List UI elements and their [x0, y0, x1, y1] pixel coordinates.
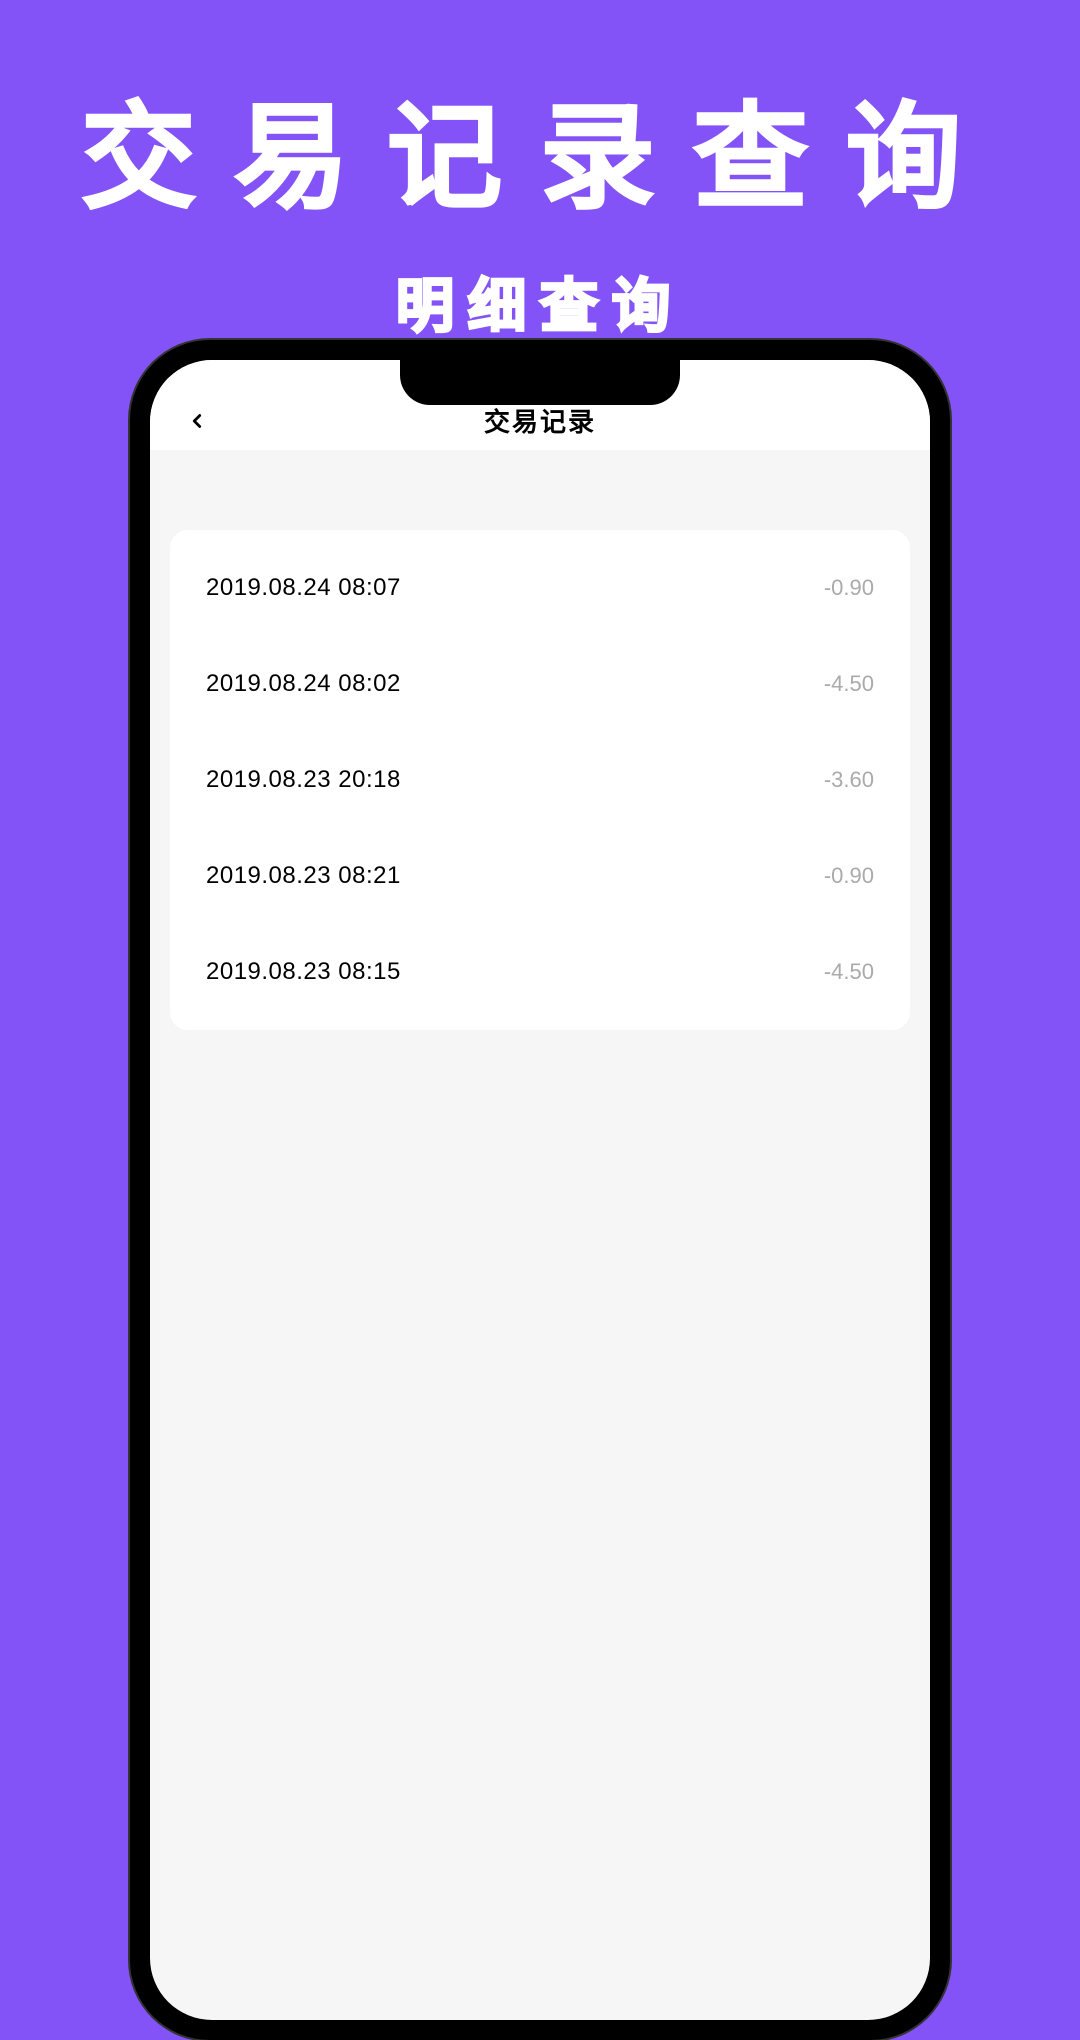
list-item[interactable]: 2019.08.23 08:21 -0.90 — [170, 828, 910, 924]
record-amount: -3.60 — [824, 767, 874, 793]
record-amount: -0.90 — [824, 863, 874, 889]
phone-frame: 交易记录 2019.08.24 08:07 -0.90 2019.08.24 0… — [130, 340, 950, 2040]
records-card: 2019.08.24 08:07 -0.90 2019.08.24 08:02 … — [170, 530, 910, 1030]
record-time: 2019.08.24 08:02 — [206, 670, 401, 698]
record-time: 2019.08.23 08:21 — [206, 862, 401, 890]
back-icon[interactable] — [186, 410, 208, 432]
phone-screen: 交易记录 2019.08.24 08:07 -0.90 2019.08.24 0… — [150, 360, 930, 2020]
record-time: 2019.08.23 20:18 — [206, 766, 401, 794]
list-item[interactable]: 2019.08.24 08:07 -0.90 — [170, 540, 910, 636]
list-item[interactable]: 2019.08.23 20:18 -3.60 — [170, 732, 910, 828]
list-item[interactable]: 2019.08.23 08:15 -4.50 — [170, 924, 910, 1020]
phone-notch — [400, 360, 680, 405]
hero-subtitle: 明细查询 — [0, 259, 1080, 343]
list-item[interactable]: 2019.08.24 08:02 -4.50 — [170, 636, 910, 732]
record-amount: -4.50 — [824, 959, 874, 985]
page-title: 交易记录 — [484, 402, 596, 439]
record-time: 2019.08.23 08:15 — [206, 958, 401, 986]
record-time: 2019.08.24 08:07 — [206, 574, 401, 602]
record-amount: -4.50 — [824, 671, 874, 697]
hero-title: 交易记录查询 — [0, 0, 1080, 231]
record-amount: -0.90 — [824, 575, 874, 601]
